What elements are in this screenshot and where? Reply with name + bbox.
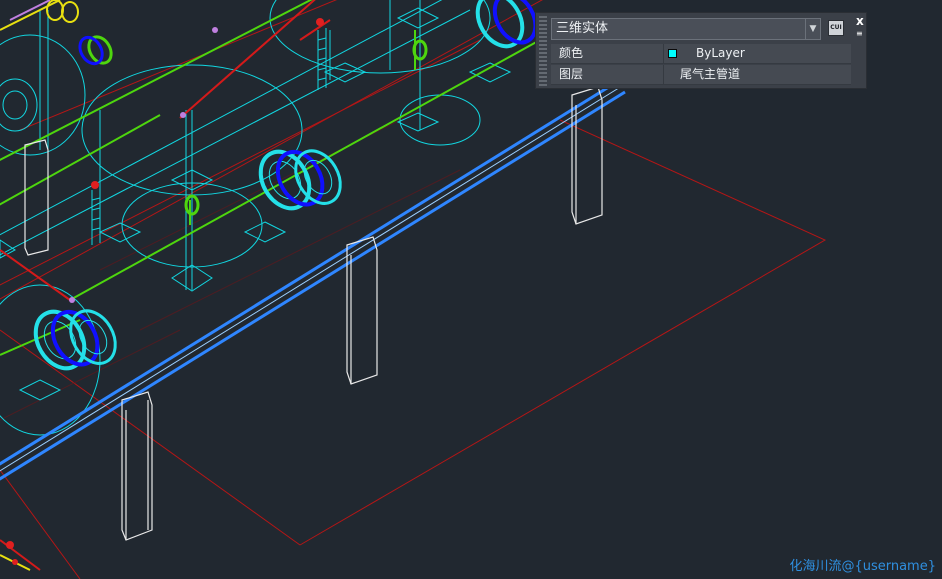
watermark-text: 化海川流@{username}	[789, 559, 936, 574]
close-icon[interactable]: x	[856, 15, 864, 27]
palette-grip-handle[interactable]	[539, 16, 547, 86]
customize-cui-button[interactable]: CUI	[828, 20, 844, 36]
chevron-down-icon[interactable]: ▼	[805, 19, 820, 39]
property-label: 图层	[559, 67, 584, 81]
flanges	[33, 0, 538, 371]
property-row-color[interactable]: 颜色 ByLayer	[551, 44, 851, 64]
object-type-dropdown[interactable]: 三维实体 ▼	[551, 18, 821, 40]
color-swatch-icon	[668, 49, 677, 58]
quick-properties-palette: 三维实体 ▼ CUI x ≡ 颜色 ByLayer 图层 尾气主管道	[535, 12, 867, 89]
object-type-value: 三维实体	[556, 21, 609, 36]
property-value: 尾气主管道	[680, 67, 741, 81]
support-columns	[24, 86, 603, 541]
palette-menu-icon[interactable]: ≡	[856, 30, 863, 38]
property-row-layer[interactable]: 图层 尾气主管道	[551, 65, 851, 85]
equipment-outlines	[0, 0, 512, 436]
property-label: 颜色	[559, 46, 584, 60]
property-value: ByLayer	[696, 46, 745, 60]
main-exhaust-pipe	[0, 78, 626, 481]
